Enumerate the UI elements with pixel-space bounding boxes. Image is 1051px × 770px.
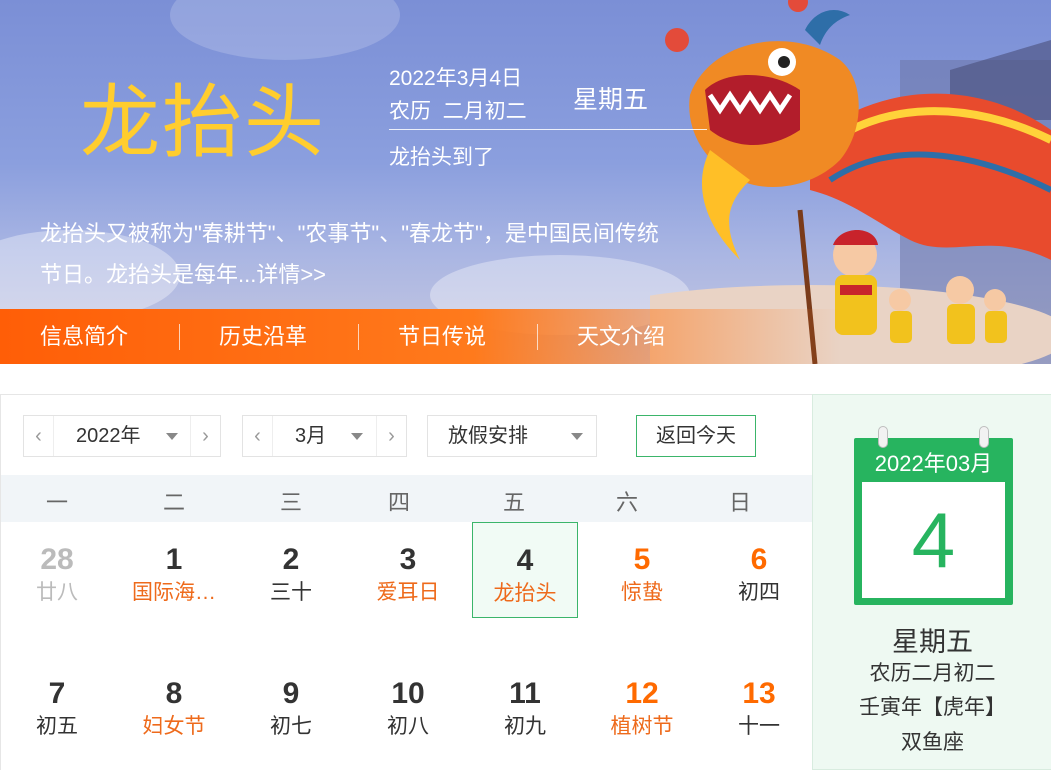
day-number: 13 (742, 677, 776, 710)
day-cell[interactable]: 6 初四 (706, 522, 812, 618)
day-number: 1 (165, 543, 183, 576)
day-festival: 植树节 (610, 715, 674, 738)
tab-divider (179, 324, 180, 350)
weekday-label: 日 (728, 490, 751, 515)
day-lunar: 十一 (738, 715, 780, 738)
day-festival: 惊蛰 (621, 581, 663, 604)
day-number: 11 (509, 677, 541, 710)
day-number: 7 (48, 677, 66, 710)
banner-divider (389, 129, 707, 130)
weekday-label: 五 (502, 490, 525, 515)
month-value[interactable]: 3月 (295, 416, 326, 456)
ring-decoration (878, 426, 888, 448)
pad-day: 4 (911, 496, 956, 584)
pad-year-month: 2022年03月 (874, 451, 993, 476)
side-ganzhi: 壬寅年【虎年】 (859, 696, 1006, 719)
day-number: 4 (516, 544, 534, 577)
caret-down-icon (571, 433, 583, 440)
day-number: 28 (40, 543, 74, 576)
day-cell-selected[interactable]: 4 龙抬头 (472, 522, 578, 618)
solar-date: 2022年3月4日 (389, 67, 523, 90)
day-lunar: 廿八 (36, 581, 78, 604)
calendar-panel: ‹ 2022年 › ‹ 3月 › 放假安排 返回今天 一 二 三 四 五 六 日… (0, 394, 812, 770)
next-month-chevron-right-icon[interactable]: › (376, 416, 406, 456)
side-zodiac: 双鱼座 (901, 731, 964, 754)
pad-sheet: 4 (862, 482, 1005, 598)
year-value[interactable]: 2022年 (76, 416, 141, 456)
tab-info[interactable]: 信息简介 (40, 319, 128, 351)
day-cell[interactable]: 2 三十 (238, 522, 344, 618)
day-cell[interactable]: 5 惊蛰 (589, 522, 695, 618)
lunar-date: 农历 二月初二 (389, 100, 527, 123)
cloud-decoration (170, 0, 400, 60)
prev-year-chevron-left-icon[interactable]: ‹ (24, 416, 54, 456)
prev-month-chevron-left-icon[interactable]: ‹ (243, 416, 273, 456)
day-number: 12 (625, 677, 659, 710)
day-lunar: 初九 (504, 715, 546, 738)
ring-decoration (979, 426, 989, 448)
tab-divider (537, 324, 538, 350)
day-lunar: 初四 (738, 581, 780, 604)
caret-down-icon[interactable] (166, 433, 178, 440)
weekday-label: 一 (45, 490, 68, 515)
next-year-chevron-right-icon[interactable]: › (190, 416, 220, 456)
side-lunar: 农历二月初二 (869, 662, 996, 685)
month-selector: ‹ 3月 › (242, 415, 407, 457)
day-festival: 妇女节 (142, 715, 206, 738)
day-number: 8 (165, 677, 183, 710)
day-cell[interactable]: 28 廿八 (4, 522, 110, 618)
tab-astronomy[interactable]: 天文介绍 (577, 319, 665, 351)
day-cell[interactable]: 12 植树节 (589, 656, 695, 752)
weekday-header: 一 二 三 四 五 六 日 (1, 475, 812, 522)
today-side-panel: 2022年03月 4 星期五 农历二月初二 壬寅年【虎年】 双鱼座 (812, 394, 1051, 770)
holiday-label: 放假安排 (448, 425, 528, 447)
back-to-today-button[interactable]: 返回今天 (636, 415, 756, 457)
day-festival: 国际海… (132, 581, 216, 604)
day-cell[interactable]: 3 爱耳日 (355, 522, 461, 618)
day-number: 10 (391, 677, 425, 710)
tab-divider (358, 324, 359, 350)
tab-history[interactable]: 历史沿革 (219, 319, 307, 351)
weekday-label: 三 (279, 490, 302, 515)
day-number: 3 (399, 543, 417, 576)
day-lunar: 初七 (270, 715, 312, 738)
day-number: 6 (750, 543, 768, 576)
holiday-dropdown[interactable]: 放假安排 (427, 415, 597, 457)
day-festival: 爱耳日 (376, 581, 440, 604)
day-lunar: 初八 (387, 715, 429, 738)
day-cell[interactable]: 10 初八 (355, 656, 461, 752)
day-cell[interactable]: 8 妇女节 (121, 656, 227, 752)
day-lunar: 三十 (270, 581, 312, 604)
weekday-label: 二 (162, 490, 185, 515)
day-lunar: 初五 (36, 715, 78, 738)
year-selector: ‹ 2022年 › (23, 415, 221, 457)
day-cell[interactable]: 11 初九 (472, 656, 578, 752)
info-tabs: 信息简介 历史沿革 节日传说 天文介绍 (0, 309, 1051, 364)
festival-arrived-text: 龙抬头到了 (389, 146, 494, 169)
festival-intro[interactable]: 龙抬头又被称为"春耕节"、"农事节"、"春龙节"，是中国民间传统节日。龙抬头是每… (40, 213, 680, 295)
festival-title: 龙抬头 (80, 76, 326, 169)
day-number: 5 (633, 543, 651, 576)
tab-legend[interactable]: 节日传说 (398, 319, 486, 351)
day-cell[interactable]: 13 十一 (706, 656, 812, 752)
day-cell[interactable]: 7 初五 (4, 656, 110, 752)
weekday-label: 四 (387, 490, 410, 515)
day-number: 2 (282, 543, 300, 576)
day-festival: 龙抬头 (493, 582, 557, 605)
day-cell[interactable]: 9 初七 (238, 656, 344, 752)
day-number: 9 (282, 677, 300, 710)
day-cell[interactable]: 1 国际海… (121, 522, 227, 618)
caret-down-icon[interactable] (351, 433, 363, 440)
festival-banner: 龙抬头 2022年3月4日 农历 二月初二 星期五 龙抬头到了 龙抬头又被称为"… (0, 0, 1051, 364)
side-weekday: 星期五 (892, 627, 973, 657)
date-pad: 2022年03月 4 (854, 426, 1013, 605)
banner-weekday: 星期五 (573, 86, 649, 114)
weekday-label: 六 (615, 490, 638, 515)
